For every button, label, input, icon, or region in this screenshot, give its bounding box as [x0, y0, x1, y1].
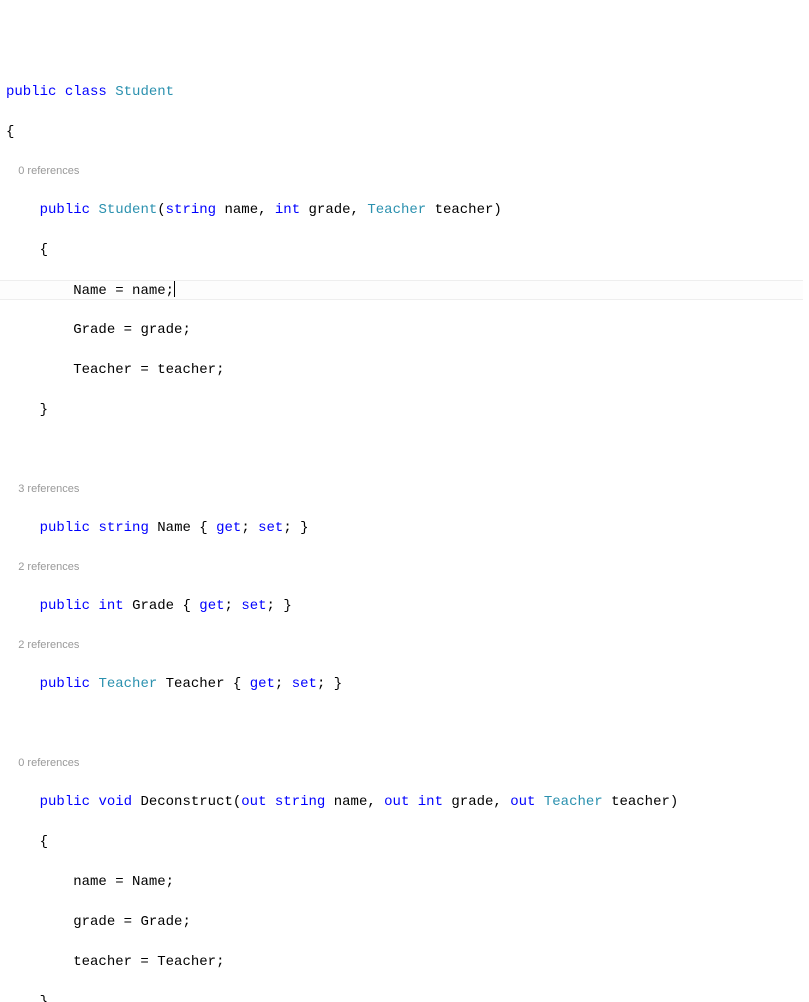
codelens-references[interactable]: 3 references — [6, 480, 809, 498]
keyword-int: int — [98, 598, 123, 614]
code-line[interactable]: grade = Grade; — [6, 912, 809, 932]
code-line[interactable]: } — [6, 400, 809, 420]
keyword-void: void — [98, 794, 132, 810]
method-name: Deconstruct — [140, 794, 232, 810]
code-line[interactable]: Grade = grade; — [6, 320, 809, 340]
keyword-get: get — [199, 598, 224, 614]
keyword-public: public — [40, 598, 90, 614]
code-line[interactable]: { — [6, 240, 809, 260]
type-student: Student — [115, 84, 174, 100]
keyword-public: public — [40, 794, 90, 810]
keyword-out: out — [384, 794, 409, 810]
param-name: teacher — [611, 794, 670, 810]
codelens-text: 3 references — [18, 483, 79, 495]
param-name: teacher — [435, 202, 494, 218]
property-ref: Grade — [73, 322, 115, 338]
local-ref: teacher — [157, 362, 216, 378]
property-ref: Teacher — [73, 362, 132, 378]
local-ref: name — [132, 283, 166, 299]
code-line[interactable]: name = Name; — [6, 872, 809, 892]
code-line-blank[interactable] — [6, 714, 809, 734]
property-name: Grade — [132, 598, 174, 614]
text-cursor — [174, 281, 175, 297]
code-line[interactable]: } — [6, 992, 809, 1002]
code-line[interactable]: { — [6, 832, 809, 852]
local-ref: grade — [140, 322, 182, 338]
keyword-public: public — [40, 676, 90, 692]
local-ref: grade — [73, 914, 115, 930]
code-line[interactable]: public int Grade { get; set; } — [6, 596, 809, 616]
keyword-set: set — [258, 520, 283, 536]
property-ref: Name — [73, 283, 107, 299]
property-ref: Name — [132, 874, 166, 890]
brace-open: { — [6, 124, 14, 140]
type-teacher: Teacher — [98, 676, 157, 692]
codelens-references[interactable]: 2 references — [6, 636, 809, 654]
brace-open: { — [40, 242, 48, 258]
codelens-text: 2 references — [18, 561, 79, 573]
keyword-int: int — [275, 202, 300, 218]
code-line[interactable]: public Student(string name, int grade, T… — [6, 200, 809, 220]
param-name: grade — [451, 794, 493, 810]
keyword-set: set — [241, 598, 266, 614]
keyword-out: out — [510, 794, 535, 810]
keyword-get: get — [250, 676, 275, 692]
code-line[interactable]: public class Student — [6, 82, 809, 102]
brace-close: } — [40, 402, 48, 418]
property-name: Name — [157, 520, 191, 536]
code-line[interactable]: public Teacher Teacher { get; set; } — [6, 674, 809, 694]
keyword-out: out — [241, 794, 266, 810]
codelens-text: 2 references — [18, 639, 79, 651]
code-line[interactable]: public string Name { get; set; } — [6, 518, 809, 538]
brace-close: } — [40, 994, 48, 1002]
code-line[interactable]: { — [6, 122, 809, 142]
property-name: Teacher — [166, 676, 225, 692]
codelens-text: 0 references — [18, 757, 79, 769]
keyword-public: public — [40, 202, 90, 218]
local-ref: teacher — [73, 954, 132, 970]
keyword-int: int — [418, 794, 443, 810]
param-name: name — [224, 202, 258, 218]
property-ref: Teacher — [157, 954, 216, 970]
keyword-string: string — [98, 520, 148, 536]
local-ref: name — [73, 874, 107, 890]
keyword-string: string — [275, 794, 325, 810]
code-line[interactable]: Teacher = teacher; — [6, 360, 809, 380]
keyword-set: set — [292, 676, 317, 692]
code-line[interactable]: teacher = Teacher; — [6, 952, 809, 972]
keyword-string: string — [166, 202, 216, 218]
codelens-text: 0 references — [18, 165, 79, 177]
param-name: name — [334, 794, 368, 810]
code-line[interactable]: public void Deconstruct(out string name,… — [6, 792, 809, 812]
code-line-active[interactable]: Name = name; — [0, 280, 803, 300]
brace-open: { — [40, 834, 48, 850]
keyword-class: class — [65, 84, 107, 100]
keyword-public: public — [6, 84, 56, 100]
codelens-references[interactable]: 2 references — [6, 558, 809, 576]
keyword-get: get — [216, 520, 241, 536]
codelens-references[interactable]: 0 references — [6, 162, 809, 180]
keyword-public: public — [40, 520, 90, 536]
code-line-blank[interactable] — [6, 440, 809, 460]
type-teacher: Teacher — [367, 202, 426, 218]
type-teacher: Teacher — [544, 794, 603, 810]
constructor-name: Student — [98, 202, 157, 218]
param-name: grade — [309, 202, 351, 218]
property-ref: Grade — [140, 914, 182, 930]
codelens-references[interactable]: 0 references — [6, 754, 809, 772]
